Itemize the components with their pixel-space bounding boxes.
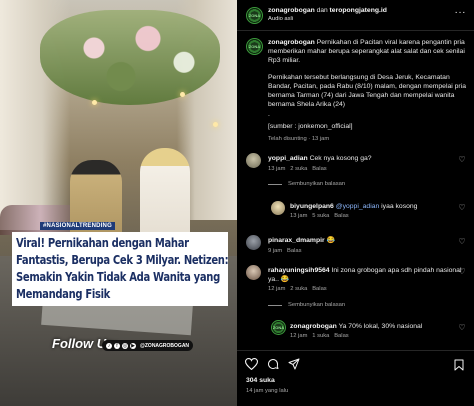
- tiktok-icon: ♪: [106, 342, 112, 349]
- header-accounts: zonagrobogan dan teropongjateng.id: [268, 7, 387, 14]
- comment-time: 13 jam: [268, 166, 286, 172]
- avatar[interactable]: [246, 153, 261, 168]
- comment-text: Ya 70% lokal, 30% nasional: [338, 323, 423, 330]
- more-icon[interactable]: ···: [455, 8, 467, 18]
- flower-decoration: [40, 10, 220, 105]
- post-image[interactable]: #NASIONALTRENDING Viral! Pernikahan deng…: [0, 0, 237, 406]
- social-handle: @ZONAGROBOGAN: [140, 342, 190, 349]
- heart-icon[interactable]: ♡: [458, 238, 466, 246]
- comment: yoppi_adian Cek nya kosong ga? 13 jam 2 …: [237, 153, 474, 189]
- share-icon[interactable]: [288, 358, 300, 370]
- avatar[interactable]: ZONA: [271, 320, 286, 335]
- avatar[interactable]: ZONA: [246, 38, 263, 55]
- social-handles: ♪ f ◎ ▶ @ZONAGROBOGAN: [102, 340, 194, 351]
- comment-likes[interactable]: 1 suka: [312, 333, 329, 339]
- comment-username[interactable]: biyungelpan6: [290, 203, 334, 210]
- caption-username[interactable]: zonagrobogan: [268, 39, 315, 46]
- mention-link[interactable]: @yoppi_adian: [336, 203, 380, 210]
- facebook-icon: f: [114, 342, 120, 349]
- comment-icon[interactable]: [267, 358, 279, 370]
- comment-reply: ZONA zonagrobogan Ya 70% lokal, 30% nasi…: [237, 320, 474, 344]
- comment-text: 😂: [326, 237, 336, 244]
- comment-username[interactable]: yoppi_adian: [268, 155, 308, 162]
- heart-icon[interactable]: [245, 358, 258, 370]
- reply-button[interactable]: Balas: [287, 248, 302, 254]
- instagram-icon: ◎: [122, 342, 128, 349]
- divider: [268, 305, 282, 306]
- comment-likes[interactable]: 5 suka: [312, 213, 329, 219]
- divider: [268, 184, 282, 185]
- caption-body: zonagrobogan Pernikahan di Pacitan viral…: [268, 38, 468, 65]
- post-time: 14 jam yang lalu: [246, 388, 289, 394]
- avatar[interactable]: ZONA: [246, 7, 263, 24]
- avatar[interactable]: [246, 265, 261, 280]
- heart-icon[interactable]: ♡: [458, 156, 466, 164]
- reply-button[interactable]: Balas: [334, 333, 349, 339]
- caption-line-3: .: [268, 111, 270, 118]
- divider: [237, 30, 474, 31]
- light-bulb: [180, 92, 185, 97]
- comment-text: iyaa kosong: [381, 203, 418, 210]
- comment-likes[interactable]: 2 suka: [290, 166, 307, 172]
- bookmark-icon[interactable]: [454, 358, 464, 376]
- comments-panel: ZONA zonagrobogan dan teropongjateng.id …: [237, 0, 474, 406]
- comment-likes[interactable]: 2 suka: [290, 286, 307, 292]
- headline-text: Viral! Pernikahan dengan Mahar Fantastis…: [16, 236, 229, 301]
- audio-label[interactable]: Audio asli: [268, 16, 293, 22]
- likes-count[interactable]: 304 suka: [246, 377, 275, 384]
- reply-button[interactable]: Balas: [312, 286, 327, 292]
- heart-icon[interactable]: ♡: [458, 268, 466, 276]
- instagram-post-view: #NASIONALTRENDING Viral! Pernikahan deng…: [0, 0, 474, 406]
- comment-time: 12 jam: [290, 333, 308, 339]
- youtube-icon: ▶: [130, 342, 136, 349]
- reply-button[interactable]: Balas: [334, 213, 349, 219]
- caption: ZONA zonagrobogan Pernikahan di Pacitan …: [237, 37, 474, 147]
- caption-source: [sumber : jonkemon_official]: [268, 123, 353, 130]
- comment-time: 13 jam: [290, 213, 308, 219]
- guests: [0, 205, 80, 235]
- comment-username[interactable]: pinarax_dmampir: [268, 237, 325, 244]
- hide-replies-button[interactable]: Sembunyikan balasan: [288, 302, 345, 308]
- collaborator-link[interactable]: teropongjateng.id: [330, 7, 387, 14]
- comment-username[interactable]: rahayuningsih9564: [268, 267, 330, 274]
- light-bulb: [213, 122, 218, 127]
- light-bulb: [92, 100, 97, 105]
- avatar[interactable]: [246, 235, 261, 250]
- comment-reply: biyungelpan6 @yoppi_adian iyaa kosong 13…: [237, 201, 474, 223]
- comment-username[interactable]: zonagrobogan: [290, 323, 337, 330]
- heart-icon[interactable]: ♡: [458, 204, 466, 212]
- caption-line-2: Pernikahan tersebut berlangsung di Desa …: [268, 74, 466, 108]
- post-header: ZONA zonagrobogan dan teropongjateng.id …: [237, 6, 474, 26]
- caption-meta: Telah disunting · 13 jam: [268, 136, 330, 142]
- comment-time: 9 jam: [268, 248, 283, 254]
- divider: [237, 350, 474, 351]
- hide-replies-button[interactable]: Sembunyikan balasan: [288, 181, 345, 187]
- comment: rahayuningsih9564 Ini zona grobogan apa …: [237, 265, 474, 309]
- comment-time: 12 jam: [268, 286, 286, 292]
- comment-text: Cek nya kosong ga?: [309, 155, 372, 162]
- account-link[interactable]: zonagrobogan: [268, 7, 315, 14]
- headline-box: Viral! Pernikahan dengan Mahar Fantastis…: [12, 232, 229, 306]
- comment: pinarax_dmampir 😂 9 jam Balas ♡: [237, 235, 474, 257]
- hashtag-badge: #NASIONALTRENDING: [40, 222, 115, 230]
- reply-button[interactable]: Balas: [312, 166, 327, 172]
- action-bar: [245, 358, 300, 370]
- heart-icon[interactable]: ♡: [458, 324, 466, 332]
- avatar[interactable]: [271, 201, 285, 215]
